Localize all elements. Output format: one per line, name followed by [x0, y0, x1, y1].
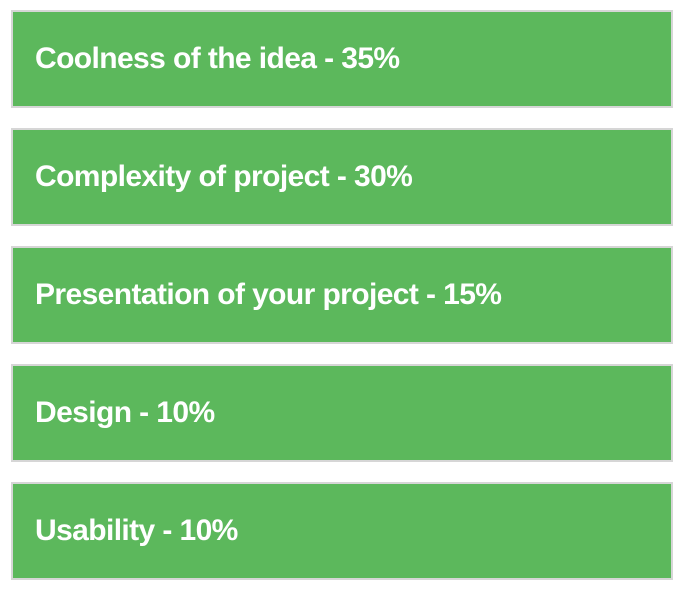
criterion-design: Design - 10%: [11, 364, 673, 462]
criterion-name: Design: [35, 396, 132, 429]
criterion-weight: 10%: [156, 396, 215, 429]
criterion-coolness: Coolness of the idea - 35%: [11, 10, 673, 108]
criterion-weight: 35%: [341, 42, 400, 75]
criterion-weight: 10%: [179, 514, 239, 547]
criterion-usability: Usability - 10%: [11, 482, 673, 580]
judging-criteria-list: Coolness of the idea - 35% Complexity of…: [11, 10, 673, 580]
criterion-name: Usability: [35, 514, 155, 547]
criterion-name: Complexity of project: [35, 160, 330, 193]
criterion-weight: 30%: [353, 160, 413, 193]
criterion-separator: -: [131, 396, 157, 429]
criterion-separator: -: [316, 42, 342, 75]
criterion-name: Coolness of the idea: [35, 42, 317, 75]
criterion-complexity: Complexity of project - 30%: [11, 128, 673, 226]
criterion-name: Presentation of your project: [35, 278, 419, 311]
criterion-separator: -: [329, 160, 354, 193]
criterion-separator: -: [418, 278, 444, 311]
criterion-presentation: Presentation of your project - 15%: [11, 246, 673, 344]
criterion-weight: 15%: [443, 278, 502, 311]
criterion-separator: -: [154, 514, 180, 547]
